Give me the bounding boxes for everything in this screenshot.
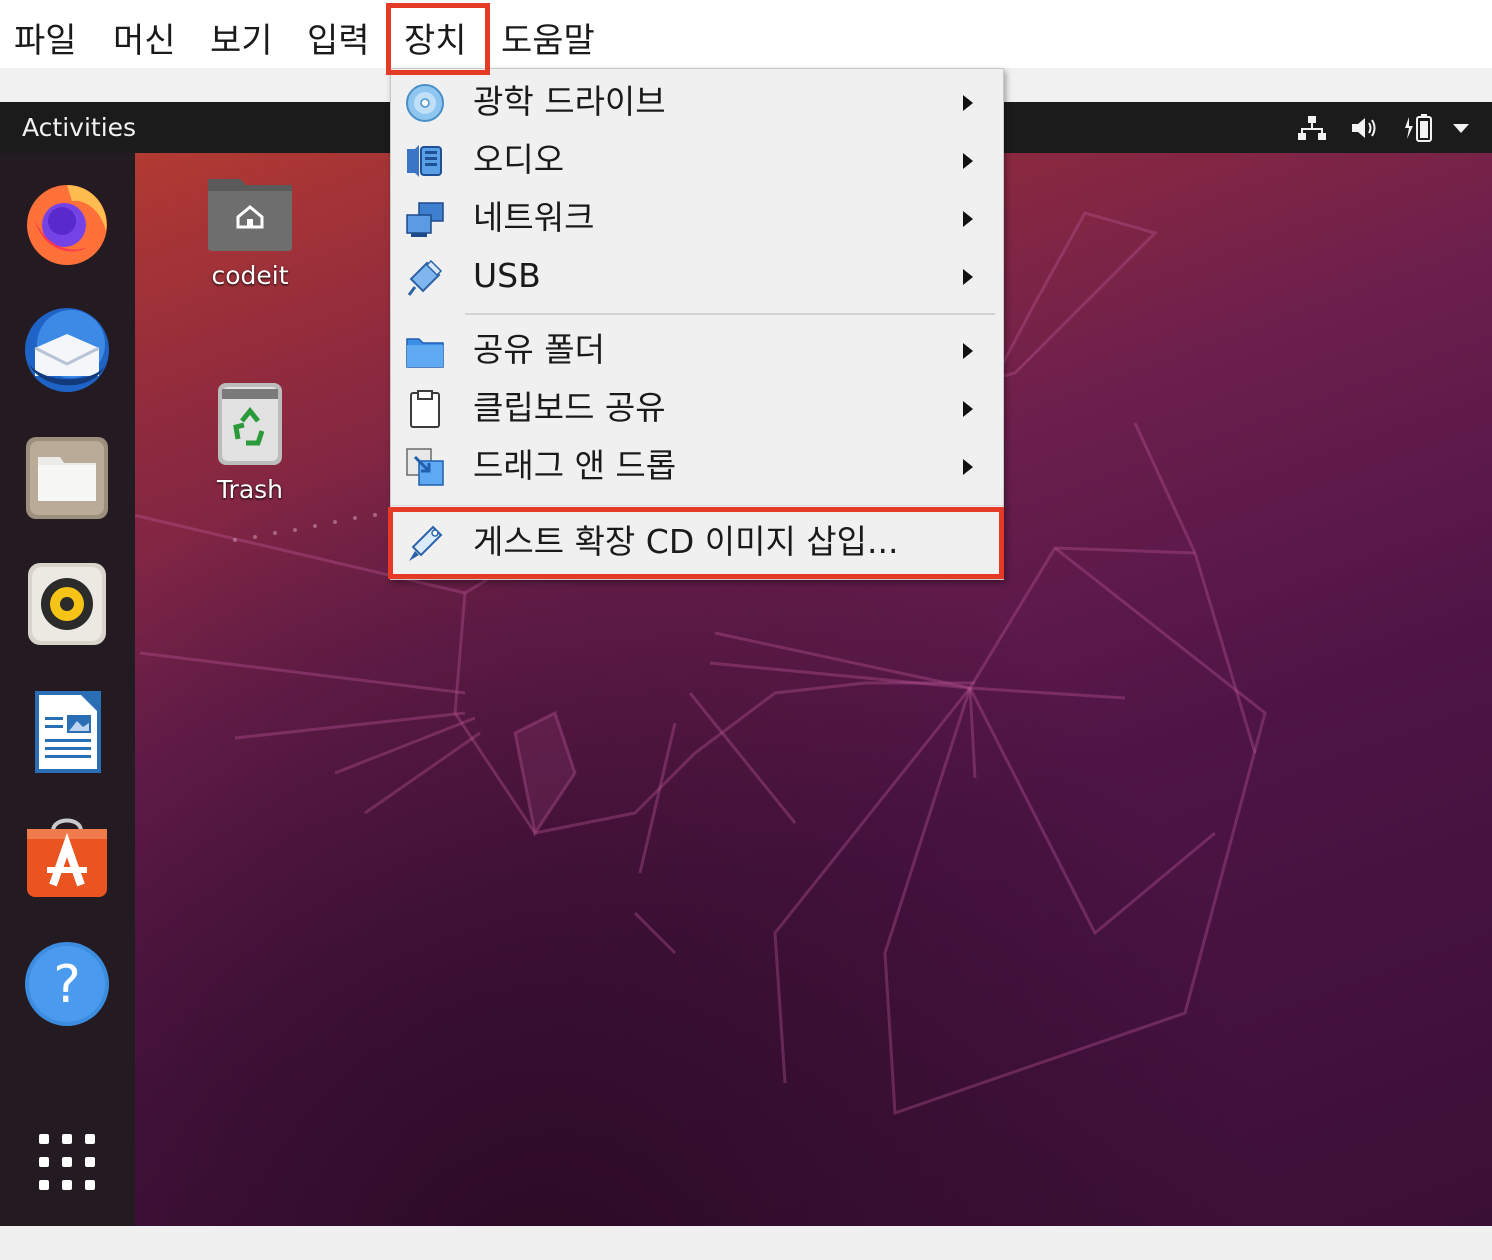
menu-item-label: 네트워크: [473, 198, 595, 237]
menu-machine[interactable]: 머신: [113, 8, 176, 68]
menu-item-label: 오디오: [473, 140, 565, 179]
menu-item-label: 광학 드라이브: [473, 82, 666, 121]
usb-icon: [407, 259, 443, 296]
menu-help[interactable]: 도움말: [501, 8, 595, 68]
thunderbird-icon[interactable]: [18, 301, 116, 399]
menu-view[interactable]: 보기: [210, 8, 273, 68]
optical-drive-icon: [406, 84, 444, 122]
help-icon[interactable]: ?: [18, 935, 116, 1033]
audio-icon: [407, 145, 442, 177]
vbox-menubar: 파일 머신 보기 입력 장치 도움말: [0, 0, 1492, 68]
menu-file[interactable]: 파일: [14, 8, 77, 68]
desktop-icon-label: Trash: [216, 475, 284, 504]
shared-folder-icon: [406, 338, 444, 368]
menu-input[interactable]: 입력: [307, 8, 370, 68]
activities-button[interactable]: Activities: [22, 102, 136, 153]
ubuntu-software-icon[interactable]: [18, 807, 116, 905]
menu-item-optical-drive[interactable]: 광학 드라이브: [391, 73, 1003, 131]
submenu-arrow-icon: [963, 343, 973, 359]
drag-drop-icon: [406, 448, 444, 486]
svg-text:?: ?: [53, 955, 81, 1015]
clipboard-icon: [410, 390, 440, 428]
menu-item-network[interactable]: 네트워크: [391, 189, 1003, 247]
submenu-arrow-icon: [963, 269, 973, 285]
menu-item-label: USB: [473, 256, 541, 295]
submenu-arrow-icon: [963, 153, 973, 169]
menu-separator: [465, 313, 995, 315]
submenu-arrow-icon: [963, 95, 973, 111]
volume-icon[interactable]: [1348, 102, 1382, 153]
battery-icon[interactable]: [1400, 102, 1436, 153]
menu-item-shared-clipboard[interactable]: 클립보드 공유: [391, 379, 1003, 437]
menu-item-usb[interactable]: USB: [391, 247, 1003, 305]
system-menu-arrow-icon[interactable]: [1448, 102, 1474, 153]
firefox-icon[interactable]: [18, 173, 116, 271]
menu-separator: [391, 505, 1003, 506]
devices-menu-highlight: [386, 3, 490, 75]
network-icon[interactable]: [1296, 102, 1328, 153]
trash-icon: [218, 383, 282, 465]
desktop-icon-label: codeit: [211, 261, 289, 290]
show-applications-icon[interactable]: [18, 1113, 116, 1211]
menu-item-drag-and-drop[interactable]: 드래그 앤 드롭: [391, 437, 1003, 495]
submenu-arrow-icon: [963, 459, 973, 475]
desktop-trash[interactable]: Trash: [175, 381, 325, 504]
devices-dropdown-menu: 광학 드라이브 오디오 네트워크 USB 공유 폴더 클립보드 공유 드래그 앤…: [390, 68, 1004, 580]
desktop-home-folder[interactable]: codeit: [175, 169, 325, 290]
files-icon[interactable]: [18, 429, 116, 527]
network-adapter-icon: [406, 202, 444, 237]
menu-item-audio[interactable]: 오디오: [391, 131, 1003, 189]
submenu-arrow-icon: [963, 211, 973, 227]
menu-item-shared-folder[interactable]: 공유 폴더: [391, 321, 1003, 379]
vbox-statusbar: [0, 1226, 1492, 1260]
rhythmbox-icon[interactable]: [18, 555, 116, 653]
menu-item-label: 공유 폴더: [473, 330, 605, 369]
ubuntu-dock: ?: [0, 153, 135, 1226]
libreoffice-writer-icon[interactable]: [18, 683, 116, 781]
submenu-arrow-icon: [963, 401, 973, 417]
guest-additions-highlight: [388, 507, 1004, 579]
menu-item-label: 드래그 앤 드롭: [473, 446, 677, 485]
menu-item-label: 클립보드 공유: [473, 388, 666, 427]
home-folder-icon: [208, 179, 292, 251]
